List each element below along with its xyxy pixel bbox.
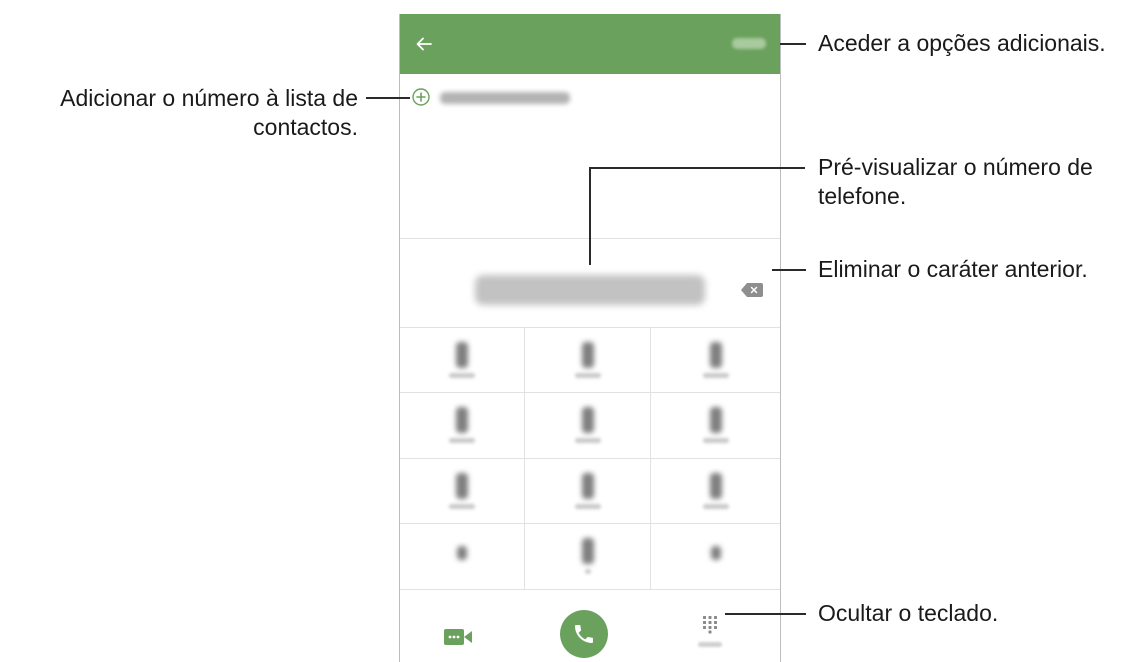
key-digit (456, 342, 468, 368)
key-digit (456, 407, 468, 433)
key-digit (709, 407, 722, 433)
leader-line-more-options (780, 43, 806, 45)
backspace-icon[interactable] (741, 283, 763, 297)
key-8[interactable] (525, 459, 651, 524)
key-digit (457, 546, 467, 560)
plus-circle-icon[interactable] (412, 88, 430, 106)
key-digit (581, 407, 594, 433)
key-digit (709, 342, 722, 368)
key-letters (449, 504, 475, 509)
callout-add-contact-line2: contactos. (253, 114, 358, 140)
key-digit (709, 473, 722, 499)
leader-line-preview-v (589, 167, 591, 265)
call-button[interactable] (560, 610, 608, 658)
key-star[interactable] (400, 524, 525, 590)
key-3[interactable] (651, 328, 780, 393)
key-digit (710, 546, 721, 560)
dial-keypad (400, 328, 780, 590)
hide-keypad-label (698, 642, 722, 647)
add-to-contacts-label (440, 92, 570, 104)
key-digit (581, 538, 594, 564)
video-call-icon[interactable] (444, 628, 472, 646)
key-digit (581, 473, 594, 499)
key-4[interactable] (400, 393, 525, 459)
callout-preview-line2: telefone. (818, 183, 907, 209)
leader-line-hide-keypad (725, 613, 806, 615)
more-options-button[interactable] (732, 38, 766, 49)
phone-icon (575, 625, 593, 643)
key-letters (449, 373, 475, 378)
key-5[interactable] (525, 393, 651, 459)
key-letters (584, 569, 591, 574)
key-digit (456, 473, 468, 499)
arrow-left-icon[interactable] (412, 32, 436, 56)
key-1[interactable] (400, 328, 525, 393)
key-9[interactable] (651, 459, 780, 524)
callout-hide-keypad: Ocultar o teclado. (818, 600, 999, 626)
leader-line-preview-h (589, 167, 805, 169)
key-letters (702, 438, 729, 443)
app-bar (400, 14, 780, 74)
key-6[interactable] (651, 393, 780, 459)
dialer-action-bar (400, 590, 780, 662)
key-2[interactable] (525, 328, 651, 393)
callout-add-contact: Adicionar o número à lista de contactos. (0, 84, 358, 142)
key-0[interactable] (525, 524, 651, 590)
callout-preview: Pré-visualizar o número de telefone. (818, 153, 1093, 211)
key-letters (702, 373, 729, 378)
key-letters (449, 438, 475, 443)
key-letters (702, 504, 729, 509)
leader-line-delete (772, 269, 806, 271)
phone-dialer-screen (399, 14, 781, 662)
keypad-icon[interactable] (700, 614, 720, 634)
key-letters (574, 438, 601, 443)
phone-number-field (475, 275, 705, 305)
key-7[interactable] (400, 459, 525, 524)
key-digit (581, 342, 594, 368)
add-to-contacts-row[interactable] (400, 74, 780, 120)
key-letters (574, 373, 601, 378)
leader-line-add-contact (366, 97, 410, 99)
callout-preview-line1: Pré-visualizar o número de (818, 154, 1093, 180)
key-hash[interactable] (651, 524, 780, 590)
key-letters (574, 504, 601, 509)
callout-add-contact-line1: Adicionar o número à lista de (60, 85, 358, 111)
callout-delete: Eliminar o caráter anterior. (818, 256, 1088, 282)
callout-more-options: Aceder a opções adicionais. (818, 30, 1106, 56)
